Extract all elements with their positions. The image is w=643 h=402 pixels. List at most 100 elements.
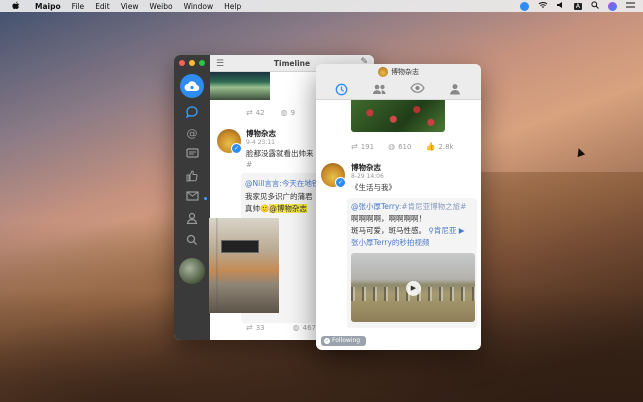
comment-stat[interactable]: ◍ 9: [281, 108, 295, 117]
app-name-menu[interactable]: Maipo: [35, 2, 61, 11]
repost-line-3: 斑马可爱，斑马性感。: [351, 226, 426, 235]
comment-stat[interactable]: ◍ 610: [388, 142, 411, 151]
chat-bubble-icon[interactable]: [185, 105, 199, 119]
input-source-icon[interactable]: A: [573, 2, 582, 10]
verified-icon: ✓: [335, 177, 346, 188]
menu-view[interactable]: View: [121, 2, 139, 11]
menu-help[interactable]: Help: [224, 2, 241, 11]
like-count: 2.8k: [438, 142, 454, 151]
title-avatar: [378, 66, 388, 77]
repost-count: 33: [255, 323, 265, 332]
play-icon[interactable]: ▶: [406, 281, 421, 296]
zoom-button[interactable]: [199, 60, 205, 66]
like-icon[interactable]: [185, 170, 199, 184]
user-icon[interactable]: [185, 212, 199, 226]
eye-icon[interactable]: [410, 83, 425, 96]
repost-count: 191: [360, 142, 375, 151]
comment-count: 9: [290, 108, 296, 117]
window-controls: [179, 60, 205, 66]
comment-bubble-icon: ◍: [280, 108, 288, 117]
mention-icon[interactable]: @: [185, 127, 199, 141]
thumbs-up-icon: 👍: [425, 142, 436, 151]
menu-weibo[interactable]: Weibo: [150, 2, 173, 11]
clock-icon[interactable]: [334, 83, 348, 96]
status-area: A: [519, 0, 635, 12]
repost-text-line: 我家见多识广的蒲君: [245, 192, 313, 201]
comment-count: 467: [302, 323, 316, 332]
verified-icon: ✓: [231, 143, 242, 154]
repost-text-line: @张小厚Terry:#肯尼亚博物之旅#: [351, 201, 466, 212]
video-link-icon: ▶: [458, 226, 465, 235]
video-thumbnail[interactable]: ▶: [351, 253, 475, 322]
following-label: Following: [332, 337, 361, 344]
avatar[interactable]: [179, 258, 205, 284]
location-link[interactable]: 肯尼亚: [434, 226, 457, 235]
siri-icon[interactable]: [608, 1, 617, 11]
detail-titlebar: 博物杂志: [316, 64, 481, 79]
repost-icon: ⇄: [351, 142, 358, 151]
post-stats: ⇄ 42 ◍ 9: [246, 108, 295, 117]
post-time: 8-29 14:06: [351, 173, 384, 180]
post-image[interactable]: [209, 218, 279, 313]
apple-menu-icon[interactable]: [11, 1, 21, 12]
repost-text-line: 真帅🙂@博物杂志: [245, 204, 307, 213]
detail-title: 博物杂志: [391, 67, 419, 76]
post-text-line: #: [246, 160, 253, 169]
post-author-name[interactable]: 博物杂志: [246, 128, 276, 139]
repost-line-1: @Nill言言:今天在地铁: [245, 179, 320, 188]
comment-bubble-icon: ◍: [388, 142, 396, 151]
post-author-name[interactable]: 博物杂志: [351, 162, 381, 173]
comment-bubble-icon: ◍: [292, 323, 300, 332]
repost-text-line: @Nill言言:今天在地铁: [245, 178, 319, 189]
repost-icon: ⇄: [246, 323, 253, 332]
video-link[interactable]: 张小厚Terry的秒拍视频: [351, 237, 429, 248]
post-image[interactable]: [210, 72, 270, 100]
repost-icon: ⇄: [246, 108, 253, 117]
post-author-avatar[interactable]: ✓: [321, 163, 346, 188]
menu-window[interactable]: Window: [184, 2, 214, 11]
post-stats: ⇄ 191 ◍ 610 👍 2.8k: [351, 142, 454, 151]
menu-file[interactable]: File: [72, 2, 85, 11]
post-stats: ⇄ 33 ◍ 467: [246, 323, 316, 332]
detail-tabs: [316, 79, 481, 100]
post-image[interactable]: [351, 100, 445, 132]
menu-edit[interactable]: Edit: [95, 2, 110, 11]
volume-icon[interactable]: [556, 1, 565, 11]
sidebar: @: [174, 55, 210, 340]
following-badge[interactable]: ✓ Following: [321, 336, 367, 346]
comment-stat[interactable]: ◍ 467: [293, 323, 316, 332]
repost-stat[interactable]: ⇄ 191: [351, 142, 374, 151]
profile-icon[interactable]: [448, 83, 462, 96]
unread-dot: [204, 197, 207, 200]
menu-bar: Maipo File Edit View Weibo Window Help A: [0, 0, 643, 12]
post-author-avatar[interactable]: ✓: [217, 129, 242, 154]
repost-text-line: 斑马可爱，斑马性感。 ⚲肯尼亚 ▶: [351, 225, 465, 236]
comment-count: 610: [398, 142, 412, 151]
repost-stat[interactable]: ⇄ 33: [246, 323, 265, 332]
mouse-cursor-icon: [574, 146, 586, 158]
friends-icon[interactable]: [372, 83, 386, 96]
repost-stat[interactable]: ⇄ 42: [246, 108, 265, 117]
repost-mention[interactable]: @张小厚Terry: [351, 202, 399, 211]
spotlight-icon[interactable]: [591, 1, 599, 11]
repost-line-prefix: 真帅: [245, 204, 260, 213]
check-icon: ✓: [324, 338, 330, 344]
control-icon[interactable]: [626, 1, 635, 11]
close-button[interactable]: [179, 60, 185, 66]
mention-highlight[interactable]: @博物杂志: [269, 204, 307, 213]
minimize-button[interactable]: [189, 60, 195, 66]
search-icon[interactable]: [185, 234, 199, 248]
comment-icon[interactable]: [185, 148, 199, 162]
repost-count: 42: [255, 108, 265, 117]
wifi-icon[interactable]: [538, 1, 548, 11]
post-time: 9-4 23:11: [246, 139, 275, 146]
post-text-line: 《生活与我》: [351, 183, 396, 192]
repost-text-line: 啊啊啊啊，啊啊啊啊！: [351, 214, 426, 223]
app-logo-icon[interactable]: [180, 74, 204, 98]
sign-graphic: [221, 240, 259, 253]
like-stat[interactable]: 👍 2.8k: [425, 142, 453, 151]
post-text-line: 脸都没露就看出帅来: [246, 149, 314, 158]
mail-icon[interactable]: [185, 191, 199, 205]
creative-cloud-icon[interactable]: [519, 1, 529, 11]
repost-topic[interactable]: :#肯尼亚博物之旅#: [399, 202, 467, 211]
